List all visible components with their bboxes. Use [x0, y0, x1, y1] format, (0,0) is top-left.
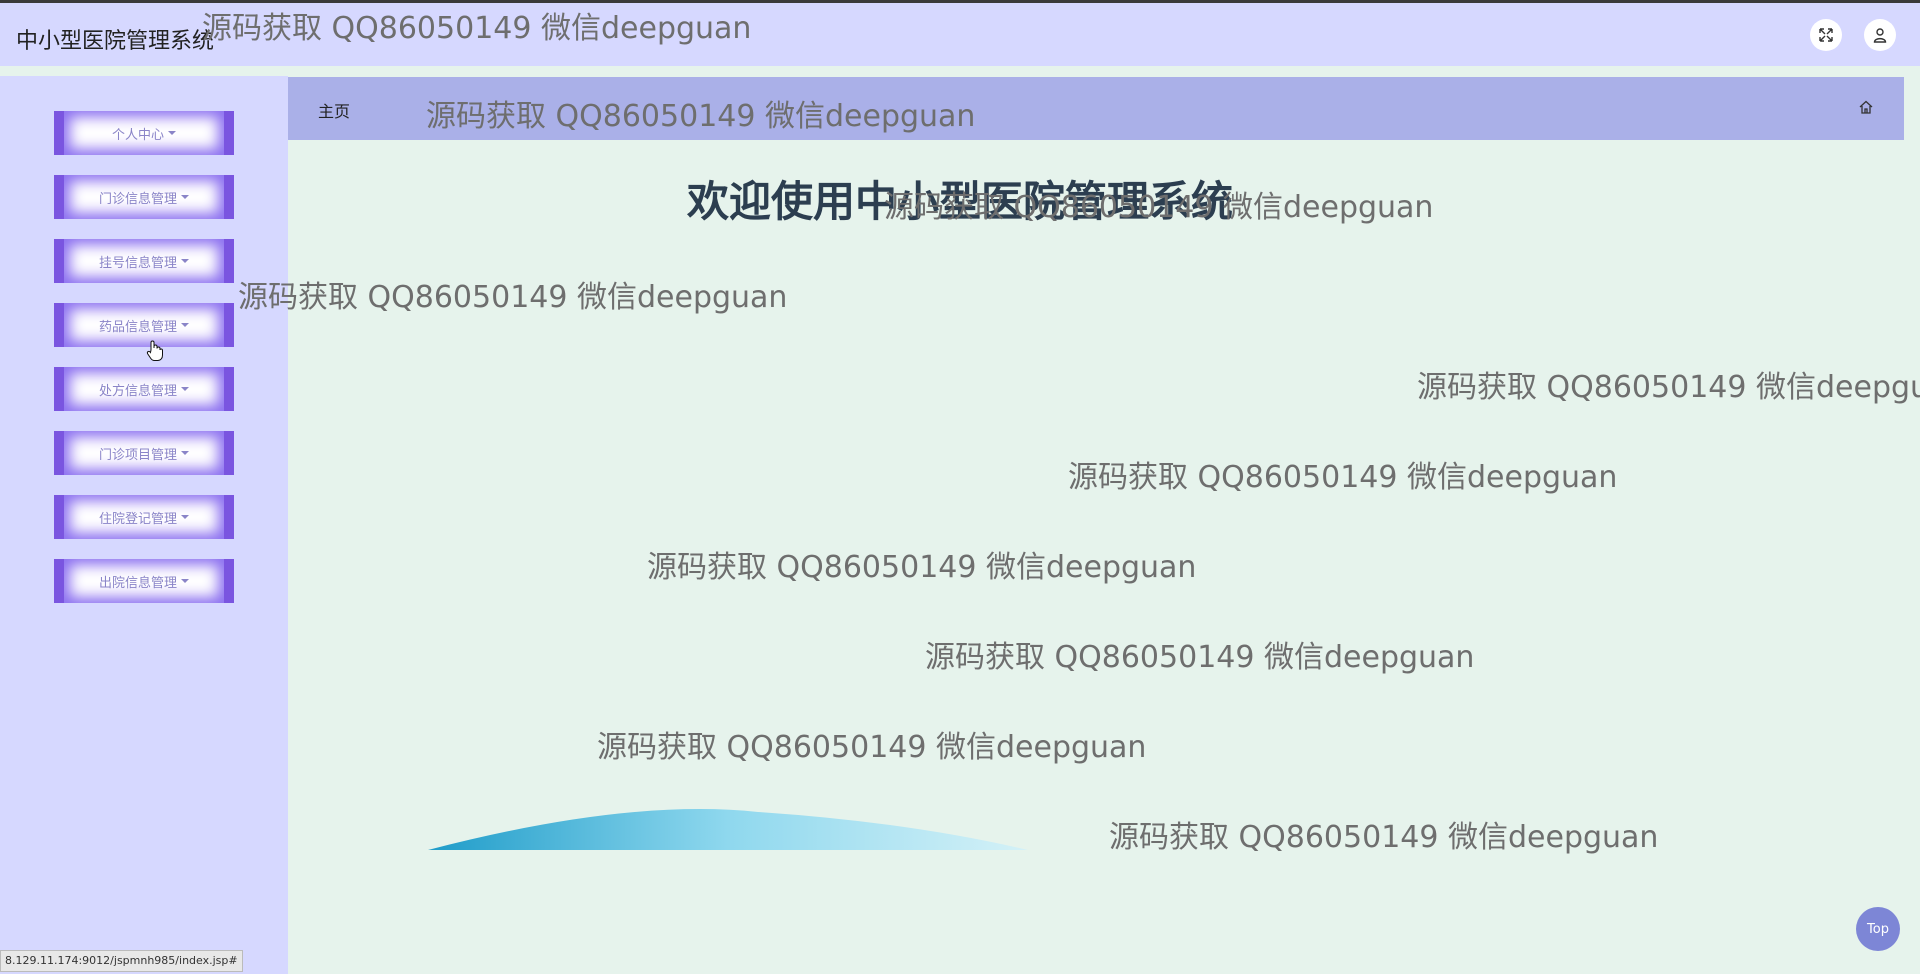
sidebar-item-prescription[interactable]: 处方信息管理: [54, 367, 234, 411]
user-icon: [1873, 28, 1887, 43]
watermark-text: 源码获取 QQ86050149 微信deepguan: [238, 280, 788, 315]
sidebar-item-medicine[interactable]: 药品信息管理: [54, 303, 234, 347]
sidebar-item-registration[interactable]: 挂号信息管理: [54, 239, 234, 283]
sidebar-item-label: 出院信息管理: [98, 575, 177, 591]
user-button[interactable]: [1864, 19, 1896, 51]
caret-down-icon: [181, 515, 189, 519]
caret-down-icon: [181, 579, 189, 583]
hand-cursor-icon: [146, 340, 163, 361]
caret-down-icon: [168, 131, 176, 135]
caret-down-icon: [181, 259, 189, 263]
sidebar-item-label: 门诊项目管理: [98, 447, 177, 463]
sidebar-item-personal-center[interactable]: 个人中心: [54, 111, 234, 155]
caret-down-icon: [181, 451, 189, 455]
breadcrumb-home[interactable]: 主页: [318, 98, 350, 122]
sidebar-item-label: 住院登记管理: [98, 511, 177, 527]
sidebar-item-outpatient-project[interactable]: 门诊项目管理: [54, 431, 234, 475]
caret-down-icon: [181, 323, 189, 327]
sidebar-item-label: 药品信息管理: [98, 319, 177, 335]
fullscreen-icon: [1819, 28, 1833, 42]
watermark-text: 源码获取 QQ86050149 微信deepguan: [426, 99, 976, 134]
watermark-text: 源码获取 QQ86050149 微信deepguan: [925, 640, 1475, 675]
sidebar-item-label: 处方信息管理: [98, 383, 177, 399]
watermark-text: 源码获取 QQ86050149 微信deepguan: [202, 11, 752, 46]
home-icon[interactable]: [1858, 99, 1874, 119]
back-to-top-button[interactable]: Top: [1856, 907, 1900, 951]
sidebar-item-discharge[interactable]: 出院信息管理: [54, 559, 234, 603]
sidebar-item-admission[interactable]: 住院登记管理: [54, 495, 234, 539]
watermark-text: 源码获取 QQ86050149 微信deepguan: [884, 190, 1434, 225]
decorative-wave: [428, 809, 1028, 850]
watermark-text: 源码获取 QQ86050149 微信deepguan: [1417, 370, 1920, 405]
sidebar-item-label: 挂号信息管理: [98, 255, 177, 271]
app-title: 中小型医院管理系统: [16, 29, 215, 54]
fullscreen-button[interactable]: [1810, 19, 1842, 51]
sidebar-item-label: 个人中心: [111, 127, 164, 143]
caret-down-icon: [181, 387, 189, 391]
watermark-text: 源码获取 QQ86050149 微信deepguan: [597, 730, 1147, 765]
header-spacer: [0, 66, 1920, 76]
watermark-text: 源码获取 QQ86050149 微信deepguan: [647, 550, 1197, 585]
watermark-text: 源码获取 QQ86050149 微信deepguan: [1068, 460, 1618, 495]
watermark-text: 源码获取 QQ86050149 微信deepguan: [1109, 820, 1659, 855]
status-bar-url: 8.129.11.174:9012/jspmnh985/index.jsp#: [0, 950, 243, 972]
